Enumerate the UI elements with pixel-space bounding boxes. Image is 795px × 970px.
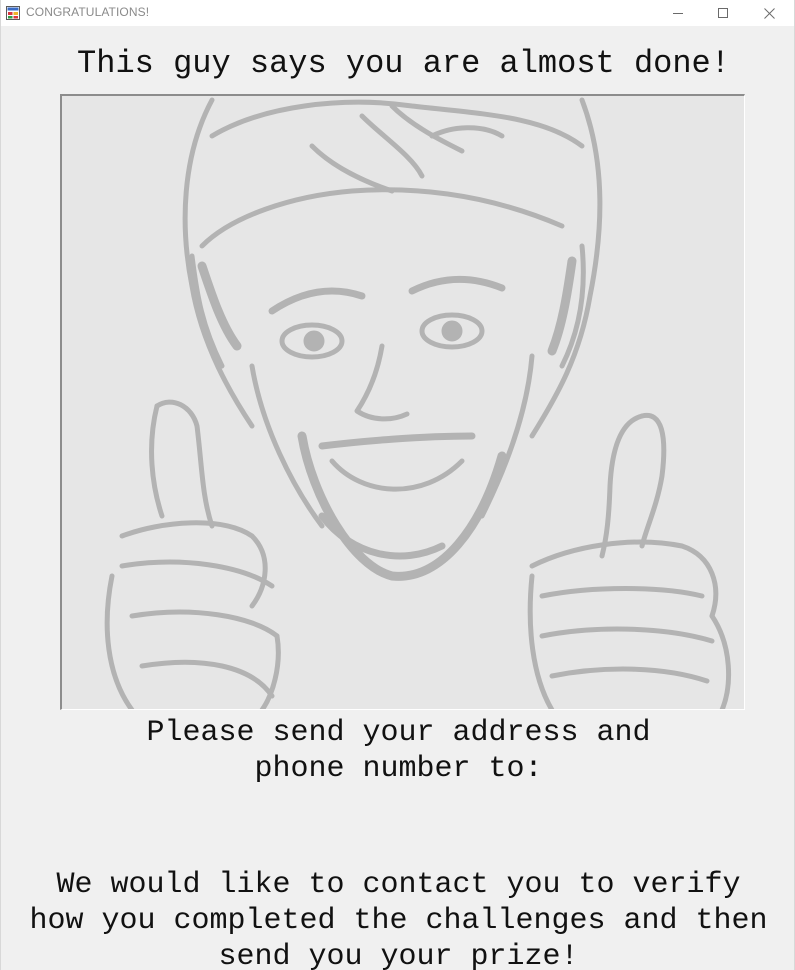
title-bar[interactable]: CONGRATULATIONS! xyxy=(1,0,794,26)
minimize-icon xyxy=(673,13,683,14)
contact-line-1: We would like to contact you to verify xyxy=(56,868,741,902)
close-button[interactable] xyxy=(746,0,792,26)
window-title: CONGRATULATIONS! xyxy=(26,5,150,19)
thumbs-up-picture xyxy=(60,94,745,710)
app-window-icon xyxy=(6,6,20,20)
contact-line-2: how you completed the challenges and the… xyxy=(29,904,768,938)
contact-line-3: send you your prize! xyxy=(218,940,579,970)
minimize-button[interactable] xyxy=(655,0,701,26)
send-address-line-2: phone number to: xyxy=(254,752,543,786)
maximize-button[interactable] xyxy=(700,0,746,26)
close-icon xyxy=(763,7,775,19)
congratulations-window: CONGRATULATIONS! This guy says you are a… xyxy=(0,0,795,970)
send-address-line-1: Please send your address and xyxy=(146,716,651,750)
thumbs-up-guy-sketch-icon xyxy=(62,96,744,709)
maximize-icon xyxy=(718,8,728,18)
page-heading: This guy says you are almost done! xyxy=(77,45,730,82)
